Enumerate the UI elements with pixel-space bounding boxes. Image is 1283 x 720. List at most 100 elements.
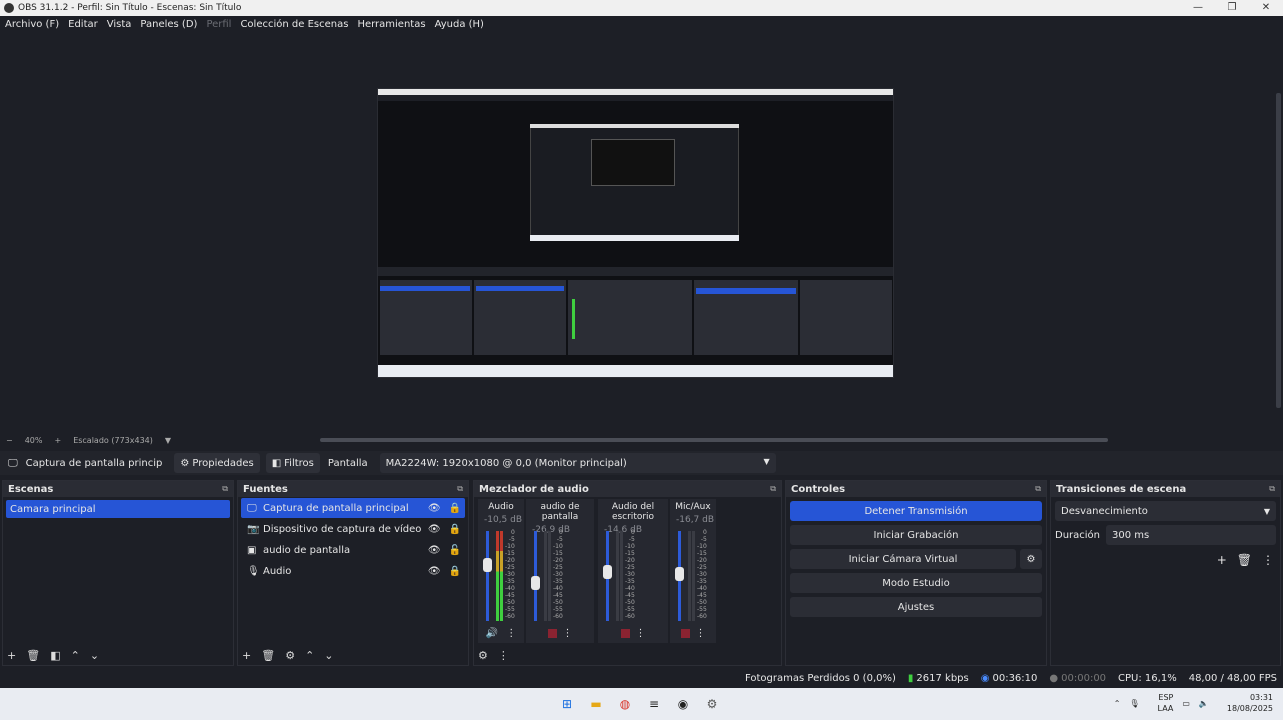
tray-mic-icon[interactable]: 🎙	[1129, 699, 1139, 708]
start-recording-button[interactable]: Iniciar Grabación	[790, 525, 1042, 545]
studio-mode-button[interactable]: Modo Estudio	[790, 573, 1042, 593]
preview-horizontal-scrollbar[interactable]	[320, 438, 1108, 442]
menu-perfil[interactable]: Perfil	[206, 19, 231, 30]
menu-bar: Archivo (F) Editar Vista Paneles (D) Per…	[0, 16, 1283, 33]
lock-icon[interactable]: 🔒	[449, 524, 461, 535]
add-source-button[interactable]: +	[242, 649, 251, 662]
scene-filters-icon[interactable]: ◧	[50, 649, 60, 662]
zoom-out-button[interactable]: −	[6, 436, 13, 445]
undock-icon[interactable]: ⧉	[1269, 484, 1275, 494]
volume-icon[interactable]: 🔈	[1199, 699, 1209, 708]
preview-canvas[interactable]	[377, 88, 894, 378]
channel-menu-icon[interactable]: ⋮	[636, 628, 646, 639]
menu-coleccion-escenas[interactable]: Colección de Escenas	[240, 19, 348, 30]
undock-icon[interactable]: ⧉	[1035, 484, 1041, 494]
lock-icon[interactable]: 🔒	[449, 566, 461, 577]
eye-icon[interactable]: 👁	[428, 503, 441, 514]
menu-archivo[interactable]: Archivo (F)	[5, 19, 59, 30]
db-tick: -30	[553, 571, 563, 578]
muted-speaker-icon[interactable]	[680, 628, 690, 638]
channel-menu-icon[interactable]: ⋮	[506, 628, 516, 639]
muted-speaker-icon[interactable]	[547, 628, 557, 638]
source-item[interactable]: 🖵 Captura de pantalla principal 👁 🔒	[241, 498, 465, 518]
undock-icon[interactable]: ⧉	[457, 484, 463, 494]
properties-button[interactable]: ⚙ Propiedades	[174, 453, 260, 473]
source-settings-icon[interactable]: ⚙	[285, 649, 295, 662]
eye-icon[interactable]: 👁	[428, 524, 441, 535]
menu-ayuda[interactable]: Ayuda (H)	[435, 19, 484, 30]
volume-slider[interactable]	[486, 531, 489, 621]
volume-slider-handle[interactable]	[531, 576, 540, 591]
file-explorer-icon[interactable]: ▬	[585, 694, 607, 714]
stream-icon: ◉	[980, 672, 990, 684]
close-button[interactable]: ✕	[1249, 0, 1283, 16]
obs-taskbar-icon[interactable]: ◉	[672, 694, 694, 714]
eye-icon[interactable]: 👁	[428, 545, 441, 556]
move-up-icon[interactable]: ⌃	[305, 649, 314, 662]
menu-vista[interactable]: Vista	[107, 19, 132, 30]
volume-slider-handle[interactable]	[603, 564, 612, 579]
menu-paneles[interactable]: Paneles (D)	[140, 19, 197, 30]
transition-menu-icon[interactable]: ⋮	[1262, 553, 1274, 567]
language-indicator[interactable]: ESP LAA	[1149, 692, 1174, 714]
scene-item[interactable]: Camara principal	[6, 500, 230, 518]
record-time: 00:00:00	[1061, 672, 1107, 684]
channel-menu-icon[interactable]: ⋮	[696, 628, 706, 639]
lock-icon[interactable]: 🔒	[449, 503, 461, 514]
display-value: MA2224W: 1920x1080 @ 0,0 (Monitor princi…	[385, 457, 627, 469]
settings-gear-icon[interactable]: ⚙	[701, 694, 723, 714]
undock-icon[interactable]: ⧉	[222, 484, 228, 494]
unlock-icon[interactable]: 🔓	[449, 545, 461, 556]
zoom-in-button[interactable]: +	[54, 436, 61, 445]
db-scale: 0 -5 -10 -15 -20 -25 -30 -35 -40 -45 -50 -55 -60	[505, 529, 515, 620]
lang-secondary: LAA	[1157, 704, 1174, 713]
start-virtual-camera-button[interactable]: Iniciar Cámara Virtual	[790, 549, 1016, 569]
db-tick: -40	[505, 585, 515, 592]
menu-editar[interactable]: Editar	[68, 19, 98, 30]
restore-button[interactable]: ❐	[1215, 0, 1249, 16]
preview-vertical-scrollbar[interactable]	[1276, 93, 1281, 408]
duration-input[interactable]: 300 ms	[1106, 525, 1276, 545]
volume-slider-handle[interactable]	[675, 567, 684, 582]
channel-db: -14,6 dB	[604, 525, 643, 535]
display-select[interactable]: MA2224W: 1920x1080 @ 0,0 (Monitor princi…	[379, 453, 776, 473]
tray-chevron-icon[interactable]: ⌃	[1114, 699, 1121, 708]
delete-transition-icon[interactable]: 🗑	[1237, 553, 1252, 567]
delete-source-icon[interactable]: 🗑	[261, 649, 275, 662]
undock-icon[interactable]: ⧉	[770, 484, 776, 494]
status-bar: Fotogramas Perdidos 0 (0,0%) ▮ 2617 kbps…	[0, 668, 1283, 688]
chrome-icon[interactable]: ◍	[614, 694, 636, 714]
db-scale: 0 -5 -10 -15 -20 -25 -30 -35 -40 -45 -50 -55 -60	[625, 529, 635, 620]
start-icon[interactable]: ⊞	[556, 694, 578, 714]
muted-speaker-icon[interactable]	[620, 628, 630, 638]
source-item[interactable]: 🎙 Audio 👁 🔒	[241, 561, 465, 581]
zoom-dropdown-icon[interactable]: ▼	[165, 436, 171, 445]
move-down-icon[interactable]: ⌄	[324, 649, 333, 662]
add-scene-button[interactable]: +	[7, 649, 16, 662]
move-up-icon[interactable]: ⌃	[71, 649, 80, 662]
transition-select[interactable]: Desvanecimiento ▼	[1055, 501, 1276, 521]
volume-slider-handle[interactable]	[483, 558, 492, 573]
source-item[interactable]: ▣ audio de pantalla 👁 🔓	[241, 540, 465, 560]
delete-scene-icon[interactable]: 🗑	[26, 649, 40, 662]
add-transition-button[interactable]: +	[1217, 553, 1227, 567]
speaker-icon[interactable]: 🔊	[486, 628, 498, 639]
virtual-camera-settings-icon[interactable]: ⚙	[1020, 549, 1042, 569]
mixer-menu-icon[interactable]: ⋮	[498, 649, 509, 662]
mixer-advanced-icon[interactable]: ⚙	[478, 649, 488, 662]
chevron-down-icon: ▼	[763, 457, 770, 466]
minimize-button[interactable]: —	[1181, 0, 1215, 16]
filters-button[interactable]: ◧ Filtros	[265, 453, 320, 473]
clock[interactable]: 03:31 18/08/2025	[1218, 692, 1273, 714]
channel-menu-icon[interactable]: ⋮	[563, 628, 573, 639]
db-tick: -25	[505, 564, 515, 571]
menu-herramientas[interactable]: Herramientas	[357, 19, 425, 30]
move-down-icon[interactable]: ⌄	[90, 649, 99, 662]
source-item[interactable]: 📷 Dispositivo de captura de vídeo 👁 🔒	[241, 519, 465, 539]
settings-button[interactable]: Ajustes	[790, 597, 1042, 617]
stop-stream-button[interactable]: Detener Transmisión	[790, 501, 1042, 521]
display-icon[interactable]: ▭	[1182, 699, 1190, 708]
eye-icon[interactable]: 👁	[428, 566, 441, 577]
preview-area[interactable]	[0, 33, 1283, 433]
app-icon[interactable]: ≡	[643, 694, 665, 714]
